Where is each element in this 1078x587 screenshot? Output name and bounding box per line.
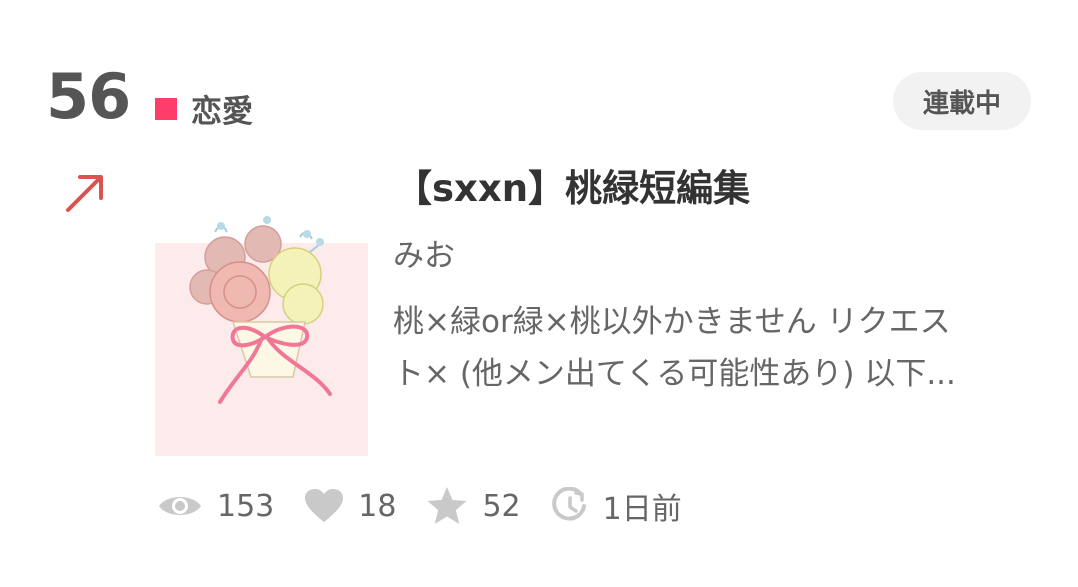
ranking-number: 56 — [46, 60, 131, 133]
views-stat: 153 — [157, 489, 274, 524]
updated-stat: 1日前 — [551, 484, 682, 528]
views-count: 153 — [217, 488, 275, 524]
story-title[interactable]: 【sxxn】桃緑短編集 — [395, 158, 750, 212]
genre-label: 恋愛 — [191, 94, 253, 130]
author-name[interactable]: みお — [393, 230, 455, 275]
genre-color-square — [155, 97, 177, 120]
updated-time: 1日前 — [602, 492, 682, 527]
stars-count: 52 — [482, 488, 521, 524]
genre-tag[interactable]: 恋愛 — [155, 86, 253, 131]
clock-icon — [551, 487, 586, 521]
stars-stat: 52 — [426, 486, 521, 526]
status-badge: 連載中 — [893, 72, 1031, 130]
stats-bar: 153 18 52 1日前 — [157, 484, 712, 528]
trend-up-arrow-icon — [66, 175, 103, 212]
star-icon — [427, 487, 467, 524]
cover-image[interactable] — [155, 212, 368, 456]
summary-line: ト× (他メン出てくる可能性あり) 以下... — [393, 356, 956, 392]
likes-count: 18 — [358, 488, 397, 524]
likes-stat: 18 — [304, 488, 396, 524]
story-summary: 桃×緑or緑×桃以外かきません リクエス ト× (他メン出てくる可能性あり) 以… — [393, 296, 1043, 400]
heart-icon — [305, 489, 344, 522]
eye-icon — [159, 497, 201, 515]
summary-line: 桃×緑or緑×桃以外かきません リクエス — [393, 304, 951, 340]
